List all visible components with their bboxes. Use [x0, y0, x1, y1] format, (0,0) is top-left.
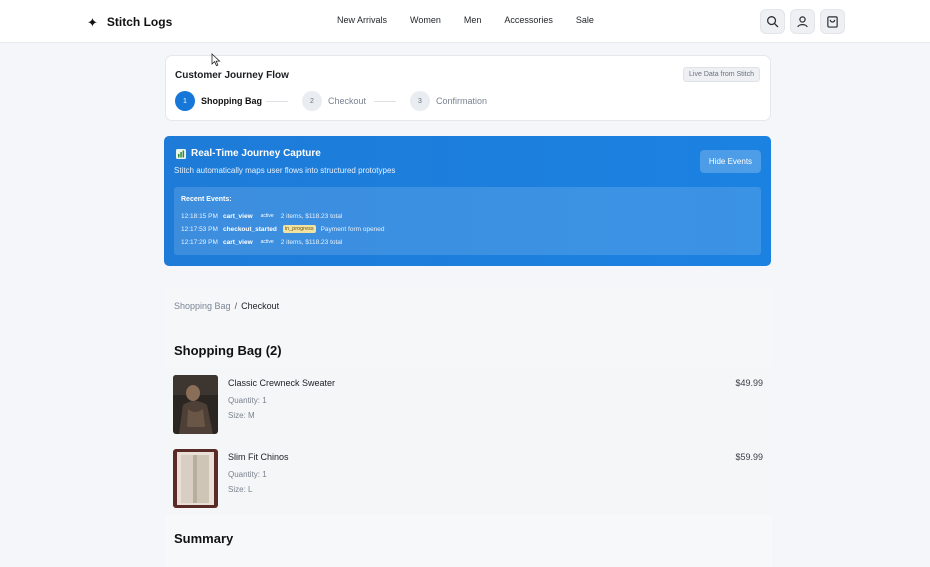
cart-item[interactable]: Classic Crewneck Sweater Quantity: 1 Siz…	[173, 375, 763, 435]
item-name[interactable]: Slim Fit Chinos	[228, 452, 289, 462]
summary-panel: Summary	[165, 515, 772, 567]
shopping-bag-section: Shopping Bag / Checkout Shopping Bag (2)…	[165, 288, 772, 567]
search-button[interactable]	[760, 9, 785, 34]
user-icon	[797, 16, 808, 28]
recent-events-panel: Recent Events: 12:18:15 PM cart_view act…	[174, 187, 761, 255]
event-status: in_progress	[282, 225, 316, 233]
event-time: 12:17:29 PM	[181, 238, 218, 246]
search-icon	[767, 16, 779, 28]
event-row: 12:17:53 PM checkout_started in_progress…	[181, 225, 385, 233]
nav-women[interactable]: Women	[410, 15, 441, 25]
item-quantity: Quantity: 1	[228, 396, 267, 405]
top-navigation: ✦ Stitch Logs New Arrivals Women Men Acc…	[0, 0, 930, 43]
account-button[interactable]	[790, 9, 815, 34]
step-divider	[374, 101, 396, 102]
step-number: 3	[410, 91, 430, 111]
journey-capture-banner: Real-Time Journey Capture Stitch automat…	[164, 136, 771, 266]
brand-name: Stitch Logs	[106, 15, 173, 29]
product-image[interactable]	[173, 375, 218, 434]
step-label: Checkout	[328, 96, 367, 106]
event-time: 12:18:15 PM	[181, 212, 218, 220]
events-title: Recent Events:	[181, 196, 232, 203]
page-title: Shopping Bag (2)	[174, 343, 282, 358]
sparkle-icon: ✦	[87, 14, 98, 30]
item-size: Size: M	[228, 411, 255, 420]
item-size: Size: L	[228, 485, 253, 494]
event-detail: Payment form opened	[320, 225, 385, 233]
breadcrumb-separator: /	[234, 301, 238, 311]
step-confirmation[interactable]: 3 Confirmation	[410, 91, 487, 111]
chart-icon	[176, 148, 186, 159]
cart-item[interactable]: Slim Fit Chinos Quantity: 1 Size: L $59.…	[173, 449, 763, 509]
capture-title-text: Real-Time Journey Capture	[191, 148, 321, 159]
live-data-badge: Live Data from Stitch	[683, 67, 760, 82]
step-label: Confirmation	[436, 96, 488, 106]
item-quantity: Quantity: 1	[228, 470, 267, 479]
step-number: 2	[302, 91, 322, 111]
breadcrumb-current: Checkout	[241, 301, 280, 311]
mouse-cursor-icon	[211, 53, 221, 67]
event-name: checkout_started	[223, 225, 277, 233]
step-number: 1	[175, 91, 195, 111]
event-time: 12:17:53 PM	[181, 225, 218, 233]
event-name: cart_view	[223, 212, 253, 220]
breadcrumb: Shopping Bag / Checkout	[174, 301, 279, 311]
event-status: active	[260, 239, 274, 245]
event-row: 12:17:29 PM cart_view active 2 items, $1…	[181, 238, 342, 246]
item-price: $49.99	[735, 378, 763, 388]
event-detail: 2 items, $118.23 total	[280, 238, 343, 246]
journey-title: Customer Journey Flow	[175, 70, 289, 81]
step-checkout[interactable]: 2 Checkout	[302, 91, 366, 111]
nav-accessories[interactable]: Accessories	[504, 15, 553, 25]
step-divider	[266, 101, 288, 102]
nav-sale[interactable]: Sale	[576, 15, 594, 25]
breadcrumb-shopping-bag[interactable]: Shopping Bag	[174, 301, 231, 311]
event-detail: 2 items, $118.23 total	[280, 212, 343, 220]
bag-icon	[827, 16, 838, 28]
event-name: cart_view	[223, 238, 253, 246]
customer-journey-card: Customer Journey Flow Live Data from Sti…	[165, 55, 771, 121]
cart-items-panel: Classic Crewneck Sweater Quantity: 1 Siz…	[165, 367, 772, 515]
capture-title: Real-Time Journey Capture	[176, 148, 321, 159]
nav-links: New Arrivals Women Men Accessories Sale	[337, 15, 594, 25]
nav-new-arrivals[interactable]: New Arrivals	[337, 15, 387, 25]
brand-logo[interactable]: ✦ Stitch Logs	[87, 13, 172, 31]
product-image[interactable]	[173, 449, 218, 508]
bag-button[interactable]	[820, 9, 845, 34]
item-name[interactable]: Classic Crewneck Sweater	[228, 378, 335, 388]
event-row: 12:18:15 PM cart_view active 2 items, $1…	[181, 212, 342, 220]
event-status: active	[260, 213, 274, 219]
item-price: $59.99	[735, 452, 763, 462]
nav-men[interactable]: Men	[464, 15, 482, 25]
step-label: Shopping Bag	[201, 96, 262, 106]
summary-title: Summary	[174, 531, 234, 546]
step-shopping-bag[interactable]: 1 Shopping Bag	[175, 91, 262, 111]
capture-subtitle: Stitch automatically maps user flows int…	[174, 166, 396, 175]
hide-events-button[interactable]: Hide Events	[700, 150, 761, 173]
